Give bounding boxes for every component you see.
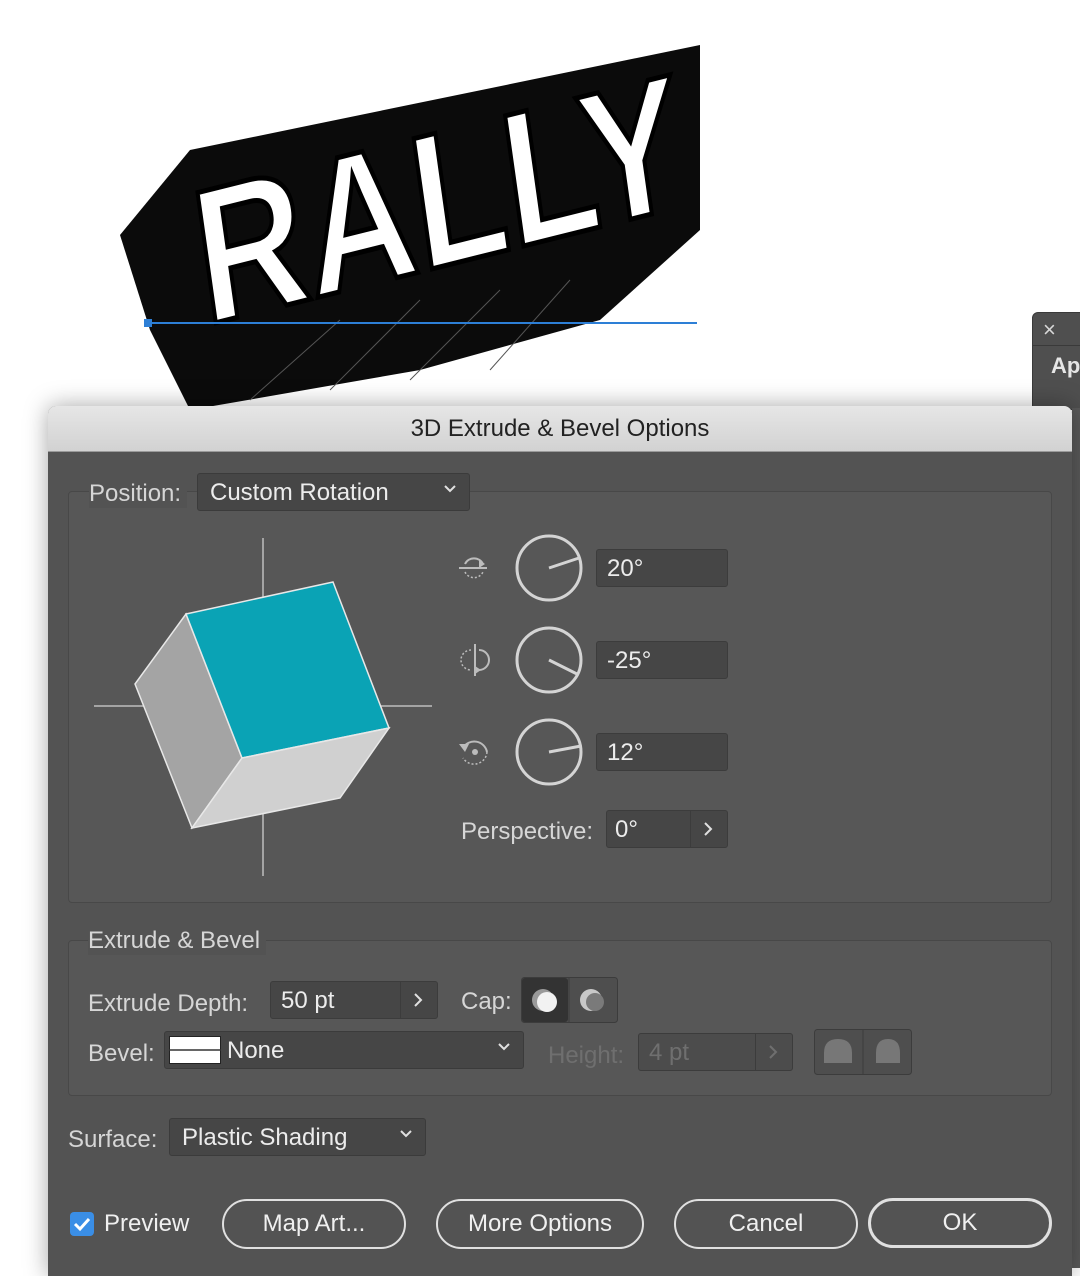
x-rotation-dial[interactable] bbox=[514, 533, 584, 603]
y-rotation-input[interactable]: -25° bbox=[596, 641, 728, 679]
cap-label: Cap: bbox=[461, 988, 512, 1015]
position-label: Position: bbox=[89, 480, 188, 508]
map-art-button[interactable]: Map Art... bbox=[222, 1199, 406, 1249]
anchor-handle[interactable] bbox=[144, 319, 152, 327]
appearance-panel[interactable]: × Ap bbox=[1032, 312, 1080, 410]
dialog-titlebar[interactable]: 3D Extrude & Bevel Options bbox=[48, 406, 1072, 452]
x-rotation-input[interactable]: 20° bbox=[596, 549, 728, 587]
artboard-canvas[interactable]: RALLY bbox=[0, 0, 1080, 420]
perspective-label: Perspective: bbox=[461, 818, 594, 845]
height-slider-button bbox=[755, 1034, 792, 1070]
preview-checkbox[interactable] bbox=[70, 1212, 94, 1236]
panel-close-icon[interactable]: × bbox=[1043, 317, 1056, 343]
bevel-value: None bbox=[227, 1037, 285, 1064]
perspective-input[interactable]: 0° bbox=[606, 810, 728, 848]
panel-title: Ap bbox=[1051, 353, 1080, 378]
bevel-direction-group bbox=[814, 1029, 912, 1075]
extrude-depth-input[interactable]: 50 pt bbox=[270, 981, 438, 1019]
perspective-slider-button[interactable] bbox=[690, 811, 727, 847]
extrude-bevel-section-label: Extrude & Bevel bbox=[88, 927, 267, 955]
y-axis-rotate-icon bbox=[460, 644, 490, 676]
dialog-title: 3D Extrude & Bevel Options bbox=[410, 415, 710, 442]
cap-toggle-group[interactable] bbox=[521, 977, 618, 1023]
rally-artwork[interactable]: RALLY bbox=[0, 0, 1080, 420]
surface-value: Plastic Shading bbox=[182, 1124, 348, 1151]
bevel-dropdown[interactable]: None bbox=[164, 1031, 524, 1069]
surface-dropdown[interactable]: Plastic Shading bbox=[169, 1118, 426, 1156]
chevron-right-icon bbox=[414, 993, 423, 1007]
bevel-label: Bevel: bbox=[88, 1040, 155, 1067]
y-rotation-dial[interactable] bbox=[514, 625, 584, 695]
height-input: 4 pt bbox=[638, 1033, 793, 1071]
bevel-swatch-icon bbox=[169, 1036, 221, 1064]
chevron-right-icon bbox=[769, 1045, 778, 1059]
extrude-depth-slider-button[interactable] bbox=[400, 982, 437, 1018]
height-label: Height: bbox=[548, 1042, 625, 1069]
more-options-button[interactable]: More Options bbox=[436, 1199, 644, 1249]
rotation-cube-widget[interactable] bbox=[90, 536, 435, 878]
z-rotation-input[interactable]: 12° bbox=[596, 733, 728, 771]
chevron-down-icon bbox=[498, 1043, 510, 1051]
position-value: Custom Rotation bbox=[210, 479, 389, 506]
checkmark-icon bbox=[73, 1217, 91, 1232]
x-axis-rotate-icon bbox=[459, 557, 487, 579]
z-rotation-dial[interactable] bbox=[514, 717, 584, 787]
ok-button[interactable]: OK bbox=[868, 1198, 1052, 1248]
extrude-depth-label: Extrude Depth: bbox=[88, 990, 249, 1017]
chevron-down-icon bbox=[400, 1130, 412, 1138]
position-dropdown[interactable]: Custom Rotation bbox=[197, 473, 470, 511]
panel-dock-strip bbox=[1072, 408, 1080, 1268]
z-axis-rotate-icon bbox=[459, 740, 488, 765]
preview-label[interactable]: Preview bbox=[104, 1210, 189, 1238]
cancel-button[interactable]: Cancel bbox=[674, 1199, 858, 1249]
chevron-down-icon bbox=[444, 485, 456, 493]
surface-label: Surface: bbox=[68, 1126, 158, 1153]
chevron-right-icon bbox=[704, 822, 713, 836]
